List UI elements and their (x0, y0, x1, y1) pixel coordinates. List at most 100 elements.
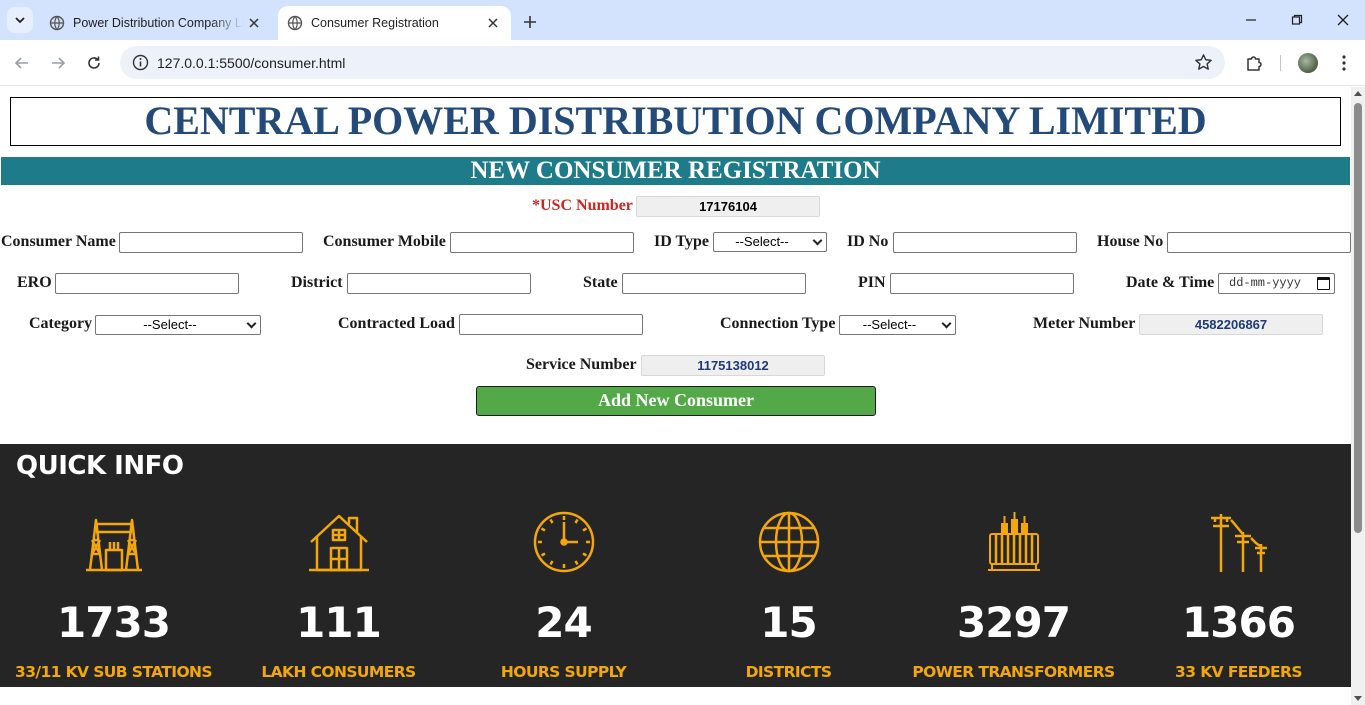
close-tab-icon[interactable] (483, 13, 503, 33)
consumer-mobile-input[interactable] (450, 232, 634, 253)
scroll-up-icon[interactable] (1354, 91, 1362, 96)
stat-caption: LAKH CONSUMERS (261, 663, 416, 681)
category-select[interactable]: --Select-- (95, 315, 261, 335)
scroll-down-icon[interactable] (1354, 696, 1362, 701)
pin-input[interactable] (890, 273, 1074, 294)
id-no-input[interactable] (893, 232, 1077, 253)
page-scrollbar[interactable] (1351, 87, 1365, 705)
close-tab-icon[interactable] (244, 13, 264, 33)
extensions-button[interactable] (1242, 51, 1266, 75)
service-number-field[interactable]: 1175138012 (641, 355, 825, 376)
transformer-icon (988, 512, 1040, 571)
arrow-right-icon (52, 57, 66, 69)
globe-icon (758, 511, 820, 573)
tab-title: Power Distribution Company Li (73, 16, 244, 30)
plus-icon (524, 16, 536, 28)
stat-transformers: 3297 POWER TRANSFORMERS (901, 510, 1126, 685)
more-vertical-icon (1342, 55, 1346, 71)
stat-substations: 1733 33/11 KV SUB STATIONS (1, 510, 226, 685)
stat-feeders: 1366 33 KV FEEDERS (1126, 510, 1351, 685)
ero-input[interactable] (55, 273, 239, 294)
stat-value: 3297 (957, 598, 1071, 647)
tab-consumer-registration[interactable]: Consumer Registration (278, 6, 511, 40)
connection-type-select[interactable]: --Select-- (839, 315, 956, 335)
service-number-label: Service Number (526, 356, 637, 373)
quick-info-section: QUICK INFO 1733 33/11 KV SUB STATIONS 11… (0, 444, 1351, 687)
quick-info-title: QUICK INFO (16, 451, 184, 481)
contracted-load-label: Contracted Load (338, 315, 455, 332)
house-icon (309, 514, 369, 572)
reload-icon (88, 56, 100, 69)
date-time-input[interactable]: dd-mm-yyyy (1218, 273, 1335, 294)
date-time-label: Date & Time (1126, 274, 1215, 291)
connection-type-label: Connection Type (720, 315, 836, 332)
substation-icon (86, 518, 142, 572)
stat-value: 24 (535, 598, 592, 647)
profile-avatar[interactable] (1298, 53, 1318, 73)
restore-button[interactable] (1284, 8, 1310, 32)
stat-hours: 24 HOURS SUPPLY (451, 510, 676, 685)
clock-icon (533, 511, 595, 573)
tab-power-distribution[interactable]: Power Distribution Company Li (40, 6, 272, 40)
ero-label: ERO (17, 274, 52, 291)
stat-value: 1733 (57, 598, 171, 647)
company-title: CENTRAL POWER DISTRIBUTION COMPANY LIMIT… (10, 97, 1341, 146)
tab-search-button[interactable] (7, 7, 33, 33)
stat-caption: POWER TRANSFORMERS (912, 663, 1115, 681)
pin-label: PIN (858, 274, 886, 291)
stat-value: 15 (760, 598, 817, 647)
browser-tab-bar: Power Distribution Company Li Consumer R… (0, 0, 1365, 40)
house-no-input[interactable] (1167, 232, 1351, 253)
chevron-down-icon (941, 318, 952, 329)
state-label: State (583, 274, 618, 291)
scrollbar-thumb[interactable] (1354, 103, 1362, 533)
usc-number-field[interactable]: 17176104 (636, 196, 820, 217)
bookmark-star-icon[interactable] (1194, 53, 1213, 72)
close-window-button[interactable] (1330, 8, 1356, 32)
category-selected: --Select-- (143, 317, 197, 332)
stat-caption: DISTRICTS (745, 663, 832, 681)
calendar-icon[interactable] (1317, 277, 1330, 290)
stat-value: 111 (296, 598, 382, 647)
browser-menu-button[interactable] (1332, 51, 1356, 75)
id-type-label: ID Type (654, 233, 709, 250)
globe-icon (287, 15, 303, 31)
chevron-down-icon (812, 235, 823, 246)
district-label: District (291, 274, 343, 291)
contracted-load-input[interactable] (459, 314, 643, 335)
stat-caption: 33/11 KV SUB STATIONS (15, 663, 213, 681)
state-input[interactable] (622, 273, 806, 294)
meter-number-field[interactable]: 4582206867 (1139, 314, 1323, 335)
close-icon (1337, 14, 1349, 26)
minimize-button[interactable] (1238, 8, 1264, 32)
category-label: Category (29, 315, 93, 332)
chevron-down-icon (15, 17, 25, 24)
usc-label: *USC Number (532, 197, 633, 214)
stat-consumers: 111 LAKH CONSUMERS (226, 510, 451, 685)
new-tab-button[interactable] (518, 10, 542, 34)
consumer-mobile-label: Consumer Mobile (323, 233, 446, 250)
form-title: NEW CONSUMER REGISTRATION (1, 157, 1350, 185)
district-input[interactable] (347, 273, 531, 294)
id-no-label: ID No (847, 233, 889, 250)
arrow-left-icon (14, 57, 28, 69)
puzzle-icon (1247, 56, 1262, 71)
site-info-icon[interactable] (132, 54, 149, 71)
reload-button[interactable] (82, 51, 106, 75)
stat-districts: 15 DISTRICTS (676, 510, 901, 685)
date-placeholder: dd-mm-yyyy (1229, 276, 1302, 290)
globe-icon (49, 15, 65, 31)
id-type-select[interactable]: --Select-- (713, 232, 827, 252)
chevron-down-icon (246, 318, 257, 329)
url-text: 127.0.0.1:5500/consumer.html (157, 55, 346, 71)
add-new-consumer-button[interactable]: Add New Consumer (476, 386, 876, 416)
id-type-selected: --Select-- (735, 234, 789, 249)
feeder-pole-icon (1211, 514, 1267, 572)
forward-button[interactable] (46, 51, 70, 75)
restore-icon (1291, 14, 1303, 25)
consumer-name-label: Consumer Name (1, 233, 116, 250)
stat-caption: HOURS SUPPLY (500, 663, 627, 681)
address-bar[interactable]: 127.0.0.1:5500/consumer.html (120, 46, 1225, 79)
back-button[interactable] (10, 51, 34, 75)
consumer-name-input[interactable] (119, 232, 303, 253)
